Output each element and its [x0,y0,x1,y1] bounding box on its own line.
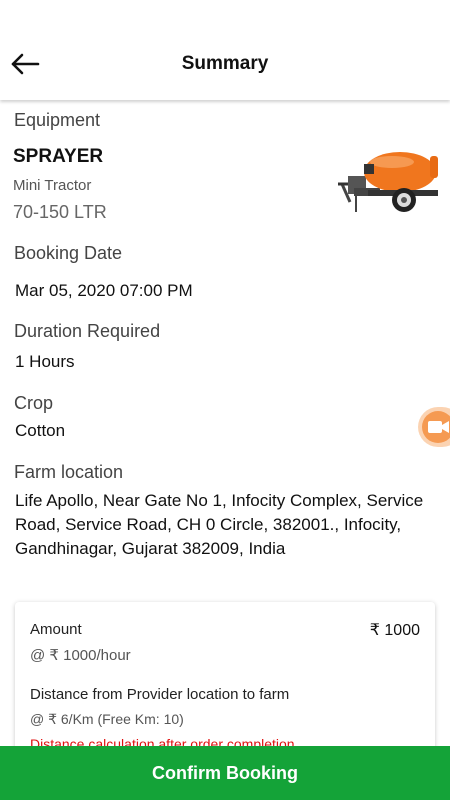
farm-location-value: Life Apollo, Near Gate No 1, Infocity Co… [15,491,424,558]
charges-card: Amount ₹ 1000 @ ₹ 1000/hour Distance fro… [15,602,435,748]
confirm-booking-button[interactable]: Confirm Booking [0,746,450,800]
equipment-label: Equipment [14,110,101,130]
amount-label: Amount [30,621,82,638]
duration-value: 1 Hours [15,352,75,371]
farm-location-label: Farm location [14,462,124,482]
amount-value: ₹ 1000 [369,622,420,639]
distance-rate: @ ₹ 6/Km (Free Km: 10) [30,711,184,727]
app-header: Summary [0,0,450,100]
sprayer-image [334,148,440,220]
booking-date-label: Booking Date [14,243,123,263]
equipment-name: SPRAYER [13,146,104,167]
video-call-button[interactable] [418,407,450,447]
equipment-capacity: 70-150 LTR [13,202,107,222]
crop-value: Cotton [15,421,66,440]
duration-label: Duration Required [14,321,161,341]
video-camera-icon [422,411,450,443]
page-title: Summary [181,53,269,74]
summary-content[interactable]: Equipment SPRAYER Mini Tractor 70-150 LT… [0,100,450,748]
booking-date-value: Mar 05, 2020 07:00 PM [15,281,193,300]
distance-label: Distance from Provider location to farm [30,686,290,703]
crop-label: Crop [14,393,54,413]
equipment-type: Mini Tractor [13,177,92,194]
hourly-rate: @ ₹ 1000/hour [30,647,131,664]
